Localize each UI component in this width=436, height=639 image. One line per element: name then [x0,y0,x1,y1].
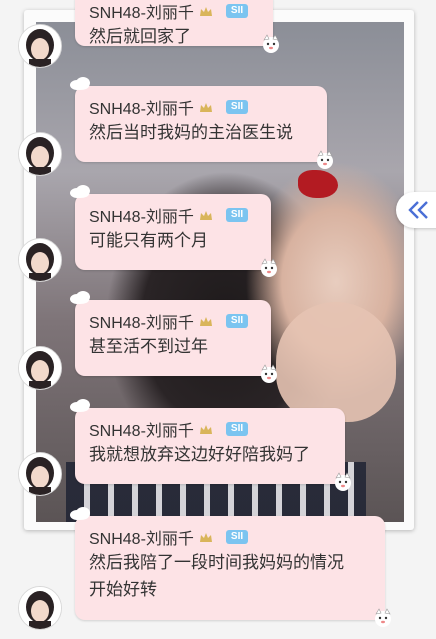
avatar[interactable] [18,132,62,176]
avatar[interactable] [18,238,62,282]
collapse-button[interactable] [396,192,436,228]
tier-badge: SII [225,100,249,114]
cloud-icon [70,507,90,520]
message-bubble[interactable]: SNH48-刘丽千 SII 可能只有两个月 [70,185,277,277]
cloud-icon [70,77,90,90]
cloud-icon [70,291,90,304]
crown-icon [199,210,212,220]
message-bubble[interactable]: SNH48-刘丽千 SII 然后当时我妈的主治医生说 [70,77,333,169]
cloud-icon [70,185,90,198]
message-text: 然后当时我妈的主治医生说 [89,123,293,143]
tier-badge: SII [225,208,249,222]
cat-sticker-icon [335,472,351,491]
double-chevron-left-icon [408,201,428,219]
tier-badge: SII [225,4,249,18]
crown-icon [199,6,212,16]
sender-name: SNH48-刘丽千 [89,423,194,440]
message-text: 我就想放弃这边好好陪我妈了 [89,445,310,465]
crown-icon [199,102,212,112]
avatar[interactable] [18,346,62,390]
sender-name: SNH48-刘丽千 [89,531,194,548]
crown-icon [199,424,212,434]
cat-sticker-icon [261,258,277,277]
message-text: 可能只有两个月 [89,231,208,251]
avatar[interactable] [18,452,62,496]
message-text: 然后我陪了一段时间我妈妈的情况 开始好转 [89,553,344,600]
sender-name: SNH48-刘丽千 [89,315,194,332]
tier-badge: SII [225,422,249,436]
avatar[interactable] [18,24,62,68]
crown-icon [199,532,212,542]
hair-bow [298,170,338,198]
message-text: 然后就回家了 [89,27,191,47]
message-bubble[interactable]: SNH48-刘丽千 SII 我就想放弃这边好好陪我妈了 [70,399,351,491]
message-bubble[interactable]: SNH48-刘丽千 SII 然后我陪了一段时间我妈妈的情况 开始好转 [70,507,391,627]
crown-icon [199,316,212,326]
sender-name: SNH48-刘丽千 [89,5,194,22]
tier-badge: SII [225,314,249,328]
cat-sticker-icon [261,364,277,383]
cat-sticker-icon [375,608,391,627]
waving-hand [276,302,396,422]
message-text: 甚至活不到过年 [89,337,208,357]
sender-name: SNH48-刘丽千 [89,209,194,226]
message-bubble[interactable]: SNH48-刘丽千 SII 甚至活不到过年 [70,291,277,383]
cloud-icon [70,399,90,412]
message-bubble[interactable]: SNH48-刘丽千 SII 然后就回家了 [75,0,279,53]
sender-name: SNH48-刘丽千 [89,101,194,118]
avatar[interactable] [18,586,62,630]
cat-sticker-icon [317,150,333,169]
tier-badge: SII [225,530,249,544]
cat-sticker-icon [263,34,279,53]
